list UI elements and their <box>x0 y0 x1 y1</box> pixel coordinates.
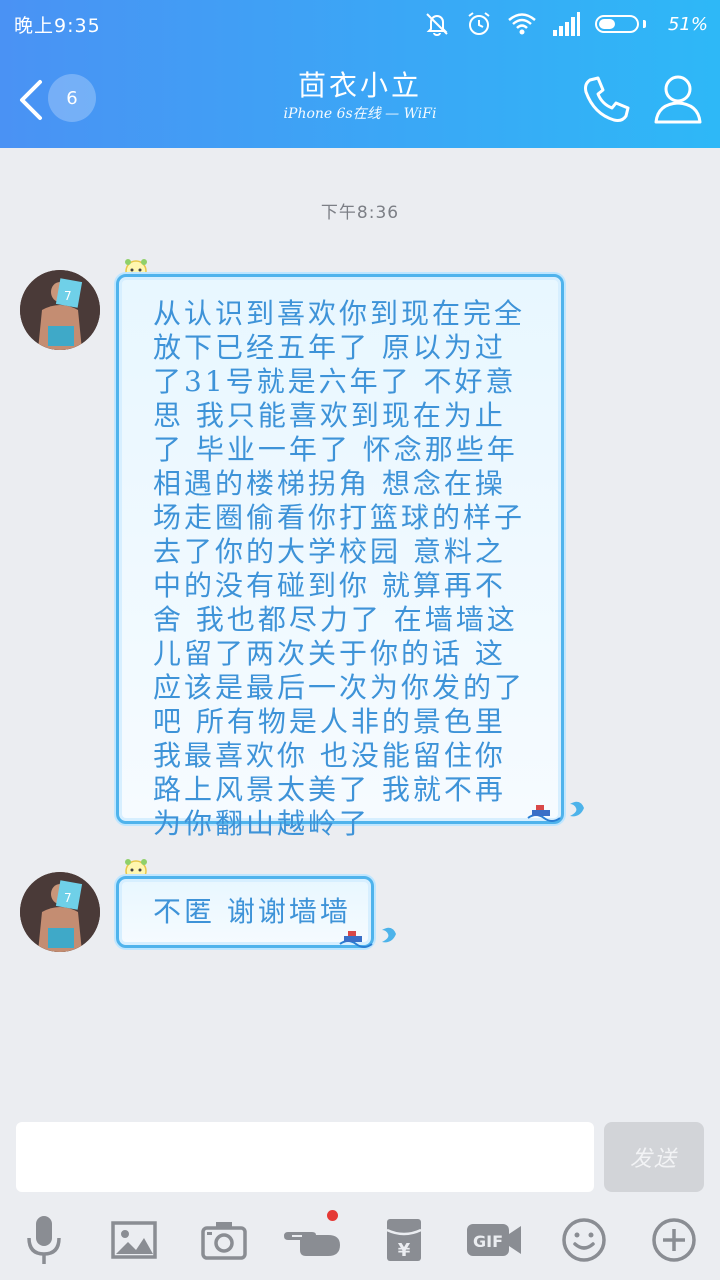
person-icon[interactable] <box>652 72 704 126</box>
alarm-off-icon <box>426 13 448 36</box>
avatar-photo: 7 <box>20 270 100 350</box>
image-button[interactable] <box>104 1208 164 1272</box>
send-button[interactable]: 发送 <box>604 1122 704 1192</box>
battery-icon <box>594 15 646 33</box>
avatar-photo: 7 <box>20 872 100 952</box>
wave-boat-sticker-icon <box>527 801 584 822</box>
chat-title: 茴衣小立 <box>297 69 422 102</box>
message-bubble[interactable]: 从认识到喜欢你到现在完全 放下已经五年了 原以为过 了31号就是六年了 不好意 … <box>116 274 564 840</box>
microphone-icon <box>27 1216 61 1264</box>
battery-body <box>594 15 639 33</box>
message-text: 从认识到喜欢你到现在完全 放下已经五年了 原以为过 了31号就是六年了 不好意 … <box>153 297 526 840</box>
message-text: 不匿 谢谢墙墙 <box>153 895 351 928</box>
status-bar: 晚上9:35 51% <box>0 0 720 48</box>
svg-text:7: 7 <box>64 289 72 303</box>
gif-button[interactable]: GIF <box>464 1208 524 1272</box>
phone-icon[interactable] <box>580 74 632 126</box>
message-bubble[interactable]: 不匿 谢谢墙墙 <box>116 876 374 948</box>
red-packet-icon: ¥ <box>386 1219 422 1261</box>
more-button[interactable] <box>644 1208 704 1272</box>
poke-hand-icon <box>284 1232 340 1256</box>
plus-icon <box>652 1218 696 1262</box>
input-toolbar: ¥ GIF <box>0 1208 720 1272</box>
battery-level-fill <box>598 19 616 29</box>
status-icons: 51% <box>423 8 708 40</box>
poke-button[interactable] <box>284 1208 344 1272</box>
camera-button[interactable] <box>194 1208 254 1272</box>
signal-icon <box>552 12 580 36</box>
wave-boat-sticker-icon <box>339 927 396 948</box>
chat-title-block[interactable]: 茴衣小立 iPhone 6s在线 — WiFi <box>180 68 540 124</box>
battery-tip <box>642 20 646 28</box>
svg-text:7: 7 <box>64 891 72 905</box>
battery-percent: 51% <box>667 13 708 35</box>
image-icon <box>111 1221 157 1259</box>
back-arrow-icon[interactable] <box>12 76 52 124</box>
emoji-icon <box>562 1218 606 1262</box>
status-time: 晚上9:35 <box>14 15 101 37</box>
avatar[interactable]: 7 <box>20 270 100 350</box>
notification-dot <box>327 1210 338 1221</box>
gif-icon: GIF <box>467 1224 521 1256</box>
yen-symbol: ¥ <box>398 1240 411 1261</box>
avatar[interactable]: 7 <box>20 872 100 952</box>
chat-header: 晚上9:35 51% 6 茴衣小立 iPhone 6s在线 — WiFi <box>0 0 720 148</box>
alarm-clock-icon <box>468 12 490 35</box>
emoji-button[interactable] <box>554 1208 614 1272</box>
unread-count-badge[interactable]: 6 <box>48 74 96 122</box>
wifi-icon <box>508 13 536 35</box>
red-packet-button[interactable]: ¥ <box>374 1208 434 1272</box>
voice-button[interactable] <box>14 1208 74 1272</box>
camera-icon <box>201 1222 247 1260</box>
message-timestamp: 下午8:36 <box>320 203 400 223</box>
gif-label: GIF <box>473 1232 503 1251</box>
message-input[interactable] <box>16 1122 594 1192</box>
online-status: iPhone 6s在线 — WiFi <box>283 106 437 122</box>
